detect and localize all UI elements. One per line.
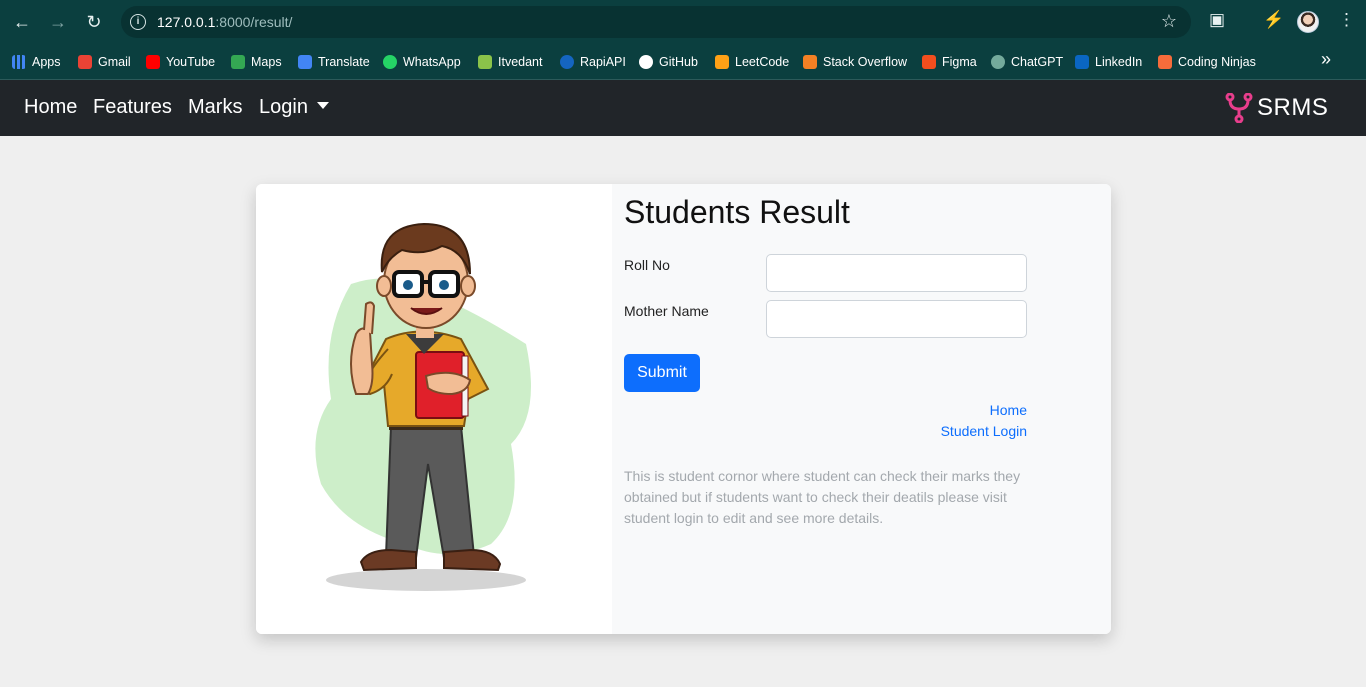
bookmark-label: Gmail — [98, 55, 131, 69]
bookmark-label: GitHub — [659, 55, 698, 69]
bookmark-label: YouTube — [166, 55, 216, 69]
reload-icon[interactable]: ↻ — [82, 10, 106, 34]
brand[interactable]: SRMS — [1225, 93, 1328, 123]
gmail-icon — [78, 55, 92, 69]
page-title: Students Result — [624, 194, 850, 230]
brand-name: SRMS — [1257, 94, 1329, 121]
apps-grid-icon — [12, 55, 26, 69]
chatgpt-icon — [991, 55, 1005, 69]
bookmark-label: LinkedIn — [1095, 55, 1143, 69]
bookmark-stackoverflow[interactable]: Stack Overflow — [803, 52, 907, 72]
nav-login-label: Login — [259, 96, 308, 118]
nav-home[interactable]: Home — [24, 96, 77, 119]
bookmark-codingninjas[interactable]: Coding Ninjas — [1158, 52, 1256, 72]
bookmark-gmail[interactable]: Gmail — [78, 52, 131, 72]
nav-features[interactable]: Features — [93, 96, 172, 119]
student-illustration — [315, 222, 531, 591]
stackoverflow-icon — [803, 55, 817, 69]
bookmark-label: ChatGPT — [1011, 55, 1064, 69]
nav-login-dropdown[interactable]: Login — [259, 96, 329, 119]
browser-toolbar: ← → ↻ i 127.0.0.1:8000/result/ ☆ ▣ ⚡ ⋮ — [0, 0, 1366, 44]
rapiapi-icon — [560, 55, 574, 69]
whatsapp-icon — [383, 55, 397, 69]
performance-icon[interactable]: ⚡ — [1263, 10, 1284, 30]
bookmark-label: Maps — [251, 55, 282, 69]
student-illustration-panel — [256, 184, 612, 634]
linkedin-icon — [1075, 55, 1089, 69]
bookmark-youtube[interactable]: YouTube — [146, 52, 215, 72]
more-bookmarks-icon[interactable]: » — [1321, 49, 1331, 70]
menu-dots-icon[interactable]: ⋮ — [1338, 10, 1355, 30]
profile-avatar[interactable] — [1297, 11, 1319, 33]
caret-down-icon — [316, 102, 329, 109]
mother-name-input[interactable] — [766, 300, 1027, 338]
bookmark-apps[interactable]: Apps — [12, 52, 61, 72]
bookmark-label: Stack Overflow — [823, 55, 908, 69]
bookmarks-bar: Apps Gmail YouTube Maps Translate WhatsA… — [0, 44, 1366, 80]
bookmark-figma[interactable]: Figma — [922, 52, 977, 72]
url-host: 127.0.0.1 — [157, 14, 216, 30]
bookmark-label: Translate — [318, 55, 370, 69]
bookmark-maps[interactable]: Maps — [231, 52, 282, 72]
translate-icon — [298, 55, 312, 69]
bookmark-linkedin[interactable]: LinkedIn — [1075, 52, 1142, 72]
result-card: Students Result Roll No Mother Name Subm… — [256, 184, 1111, 634]
maps-icon — [231, 55, 245, 69]
github-icon — [639, 55, 653, 69]
address-url[interactable]: 127.0.0.1:8000/result/ — [157, 14, 292, 30]
bookmark-label: Coding Ninjas — [1178, 55, 1256, 69]
extensions-icon[interactable]: ▣ — [1209, 10, 1225, 30]
bookmark-leetcode[interactable]: LeetCode — [715, 52, 789, 72]
nav-marks[interactable]: Marks — [188, 96, 242, 119]
submit-button[interactable]: Submit — [624, 354, 700, 392]
bookmark-label: Apps — [32, 55, 61, 69]
fork-logo-icon — [1225, 93, 1253, 123]
leetcode-icon — [715, 55, 729, 69]
bookmark-chatgpt[interactable]: ChatGPT — [991, 52, 1063, 72]
result-form-panel: Students Result Roll No Mother Name Subm… — [612, 184, 1111, 634]
bookmark-label: Itvedant — [498, 55, 543, 69]
bookmark-github[interactable]: GitHub — [639, 52, 698, 72]
bookmark-translate[interactable]: Translate — [298, 52, 370, 72]
address-bar[interactable]: i 127.0.0.1:8000/result/ ☆ — [121, 6, 1191, 38]
site-navbar: Home Features Marks Login SRMS — [0, 80, 1366, 136]
youtube-icon — [146, 55, 160, 69]
home-link[interactable]: Home — [990, 402, 1027, 418]
bookmark-label: RapiAPI — [580, 55, 626, 69]
bookmark-rapiapi[interactable]: RapiAPI — [560, 52, 626, 72]
back-arrow-icon[interactable]: ← — [10, 10, 34, 34]
bookmark-label: WhatsApp — [403, 55, 461, 69]
bookmark-itvedant[interactable]: Itvedant — [478, 52, 542, 72]
roll-no-label: Roll No — [624, 257, 670, 273]
figma-icon — [922, 55, 936, 69]
student-login-link[interactable]: Student Login — [941, 423, 1027, 439]
mother-name-label: Mother Name — [624, 303, 709, 319]
url-path: :8000/result/ — [215, 14, 293, 30]
itvedant-icon — [478, 55, 492, 69]
description-text: This is student cornor where student can… — [624, 468, 1021, 526]
codingninjas-icon — [1158, 55, 1172, 69]
bookmark-label: Figma — [942, 55, 977, 69]
bookmark-whatsapp[interactable]: WhatsApp — [383, 52, 461, 72]
bookmark-label: LeetCode — [735, 55, 790, 69]
bookmark-star-icon[interactable]: ☆ — [1161, 11, 1177, 32]
roll-no-input[interactable] — [766, 254, 1027, 292]
site-info-icon[interactable]: i — [130, 14, 146, 30]
forward-arrow-icon[interactable]: → — [46, 10, 70, 34]
